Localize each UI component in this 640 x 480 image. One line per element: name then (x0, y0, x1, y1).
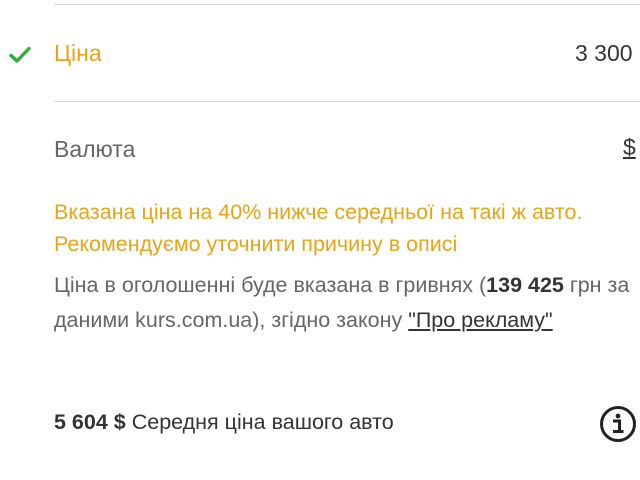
conversion-text-before: Ціна в оголошенні буде вказана в гривнях… (54, 273, 487, 297)
conversion-note: Ціна в оголошенні буде вказана в гривнях… (54, 268, 634, 338)
info-icon[interactable] (599, 405, 637, 443)
price-label: Ціна (54, 40, 102, 66)
uah-amount: 139 425 (486, 273, 564, 297)
price-value[interactable]: 3 300 (575, 40, 633, 67)
average-text: Середня ціна вашого авто (125, 410, 394, 434)
currency-select[interactable]: $ (623, 134, 636, 161)
average-amount: 5 604 $ (54, 410, 126, 434)
law-link[interactable]: "Про рекламу" (408, 308, 552, 332)
average-price-row: 5 604 $ Середня ціна вашого авто (54, 410, 394, 435)
check-icon (9, 46, 31, 63)
price-warning: Вказана ціна на 40% нижче середньої на т… (54, 200, 583, 256)
top-divider (54, 4, 640, 5)
currency-label: Валюта (54, 136, 136, 162)
price-divider (54, 101, 640, 102)
